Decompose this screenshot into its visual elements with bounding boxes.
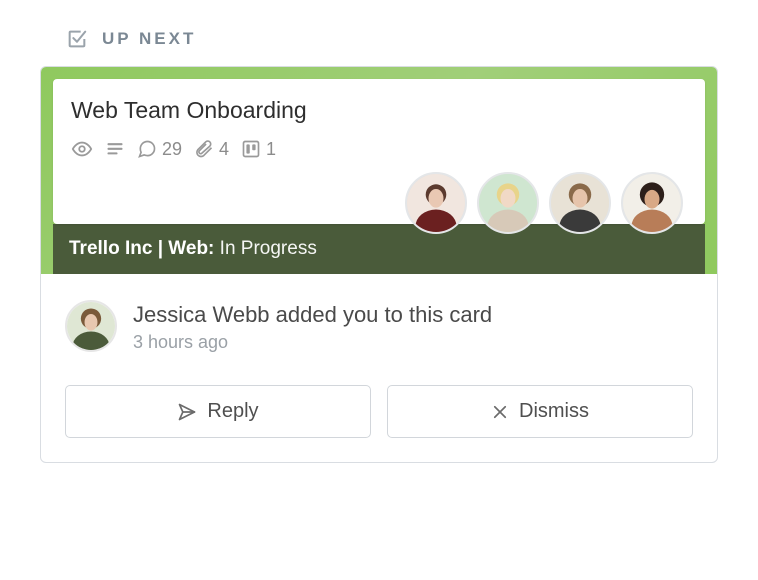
attachments-count: 4 [219,139,229,160]
avatar[interactable] [621,172,683,234]
card-colored-header: Web Team Onboarding [41,67,717,274]
up-next-card[interactable]: Web Team Onboarding [40,66,718,463]
trello-board-badge: 1 [241,139,276,160]
watching-icon [71,138,93,160]
checkbox-icon [66,28,88,50]
dismiss-button[interactable]: Dismiss [387,385,693,438]
comments-count: 29 [162,139,182,160]
activity-item: Jessica Webb added you to this card 3 ho… [41,274,717,371]
card-members [71,172,687,234]
avatar[interactable] [405,172,467,234]
list-name: In Progress [220,238,317,259]
activity-timestamp: 3 hours ago [133,332,492,353]
section-title: UP NEXT [102,29,196,49]
reply-button[interactable]: Reply [65,385,371,438]
description-icon [105,139,125,159]
board-name: Trello Inc | Web: [69,238,214,259]
avatar[interactable] [477,172,539,234]
card-actions: Reply Dismiss [41,371,717,462]
close-icon [491,403,509,421]
card-title: Web Team Onboarding [71,97,687,124]
reply-label: Reply [207,400,258,423]
up-next-header: UP NEXT [66,28,718,50]
attachments-badge: 4 [194,139,229,160]
activity-message: Jessica Webb added you to this card [133,302,492,328]
board-count: 1 [266,139,276,160]
avatar[interactable] [549,172,611,234]
comments-badge: 29 [137,139,182,160]
avatar[interactable] [65,300,117,352]
dismiss-label: Dismiss [519,400,589,423]
card-badges: 29 4 1 [71,138,687,160]
card-inner[interactable]: Web Team Onboarding [53,79,705,224]
reply-icon [177,402,197,422]
